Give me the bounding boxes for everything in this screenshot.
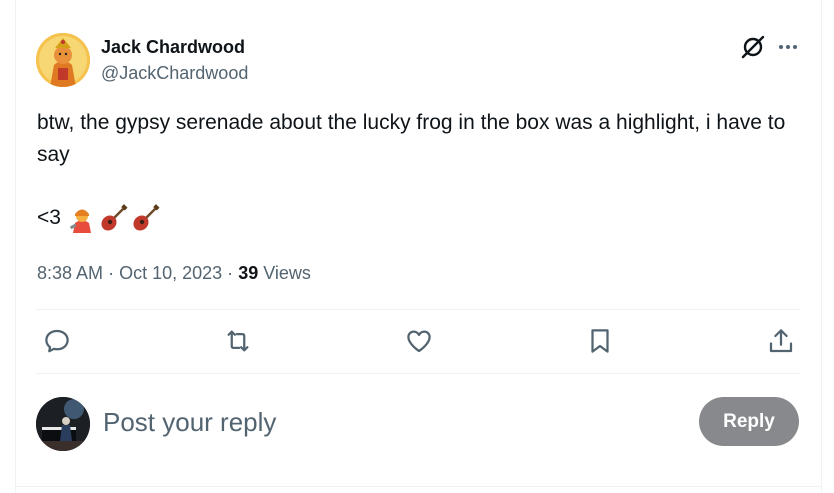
hanuman-avatar-icon	[36, 33, 90, 87]
singer-emoji-icon	[67, 203, 97, 233]
author-handle[interactable]: @JackChardwood	[101, 62, 248, 84]
author-name[interactable]: Jack Chardwood	[101, 36, 245, 58]
bottom-divider	[15, 486, 822, 487]
retweet-icon	[227, 330, 249, 352]
like-icon	[407, 330, 431, 353]
more-button[interactable]	[774, 33, 802, 61]
pianist-avatar-icon	[36, 397, 90, 451]
tweet-text-line2: <3	[37, 202, 161, 234]
retweet-button[interactable]	[223, 326, 253, 356]
views-count[interactable]: 39	[238, 263, 258, 283]
like-button[interactable]	[404, 326, 434, 356]
bookmark-button[interactable]	[585, 326, 615, 356]
guitar-emoji-icon	[99, 203, 129, 233]
tweet-text: btw, the gypsy serenade about the lucky …	[37, 111, 786, 166]
grok-button[interactable]	[739, 33, 767, 61]
divider-top	[36, 309, 800, 310]
share-icon	[769, 329, 793, 353]
bookmark-icon	[591, 329, 609, 353]
divider-bottom	[36, 373, 800, 374]
guitar-emoji-icon	[131, 203, 161, 233]
author-avatar[interactable]	[36, 33, 90, 87]
current-user-avatar[interactable]	[36, 397, 90, 451]
reply-button[interactable]	[42, 326, 72, 356]
reply-input[interactable]	[103, 404, 663, 440]
tweet-time[interactable]: 8:38 AM	[37, 263, 103, 283]
heart-text: <3	[37, 206, 61, 229]
meta-separator: ·	[227, 263, 234, 283]
share-button[interactable]	[766, 326, 796, 356]
meta-separator: ·	[108, 263, 115, 283]
reply-icon	[45, 329, 69, 353]
views-label: Views	[263, 263, 311, 283]
tweet-meta: 8:38 AM · Oct 10, 2023 · 39 Views	[37, 262, 311, 284]
tweet-date[interactable]: Oct 10, 2023	[119, 263, 222, 283]
reply-submit-button[interactable]: Reply	[699, 397, 799, 446]
more-dots-icon	[779, 45, 797, 49]
grok-icon	[741, 35, 765, 59]
